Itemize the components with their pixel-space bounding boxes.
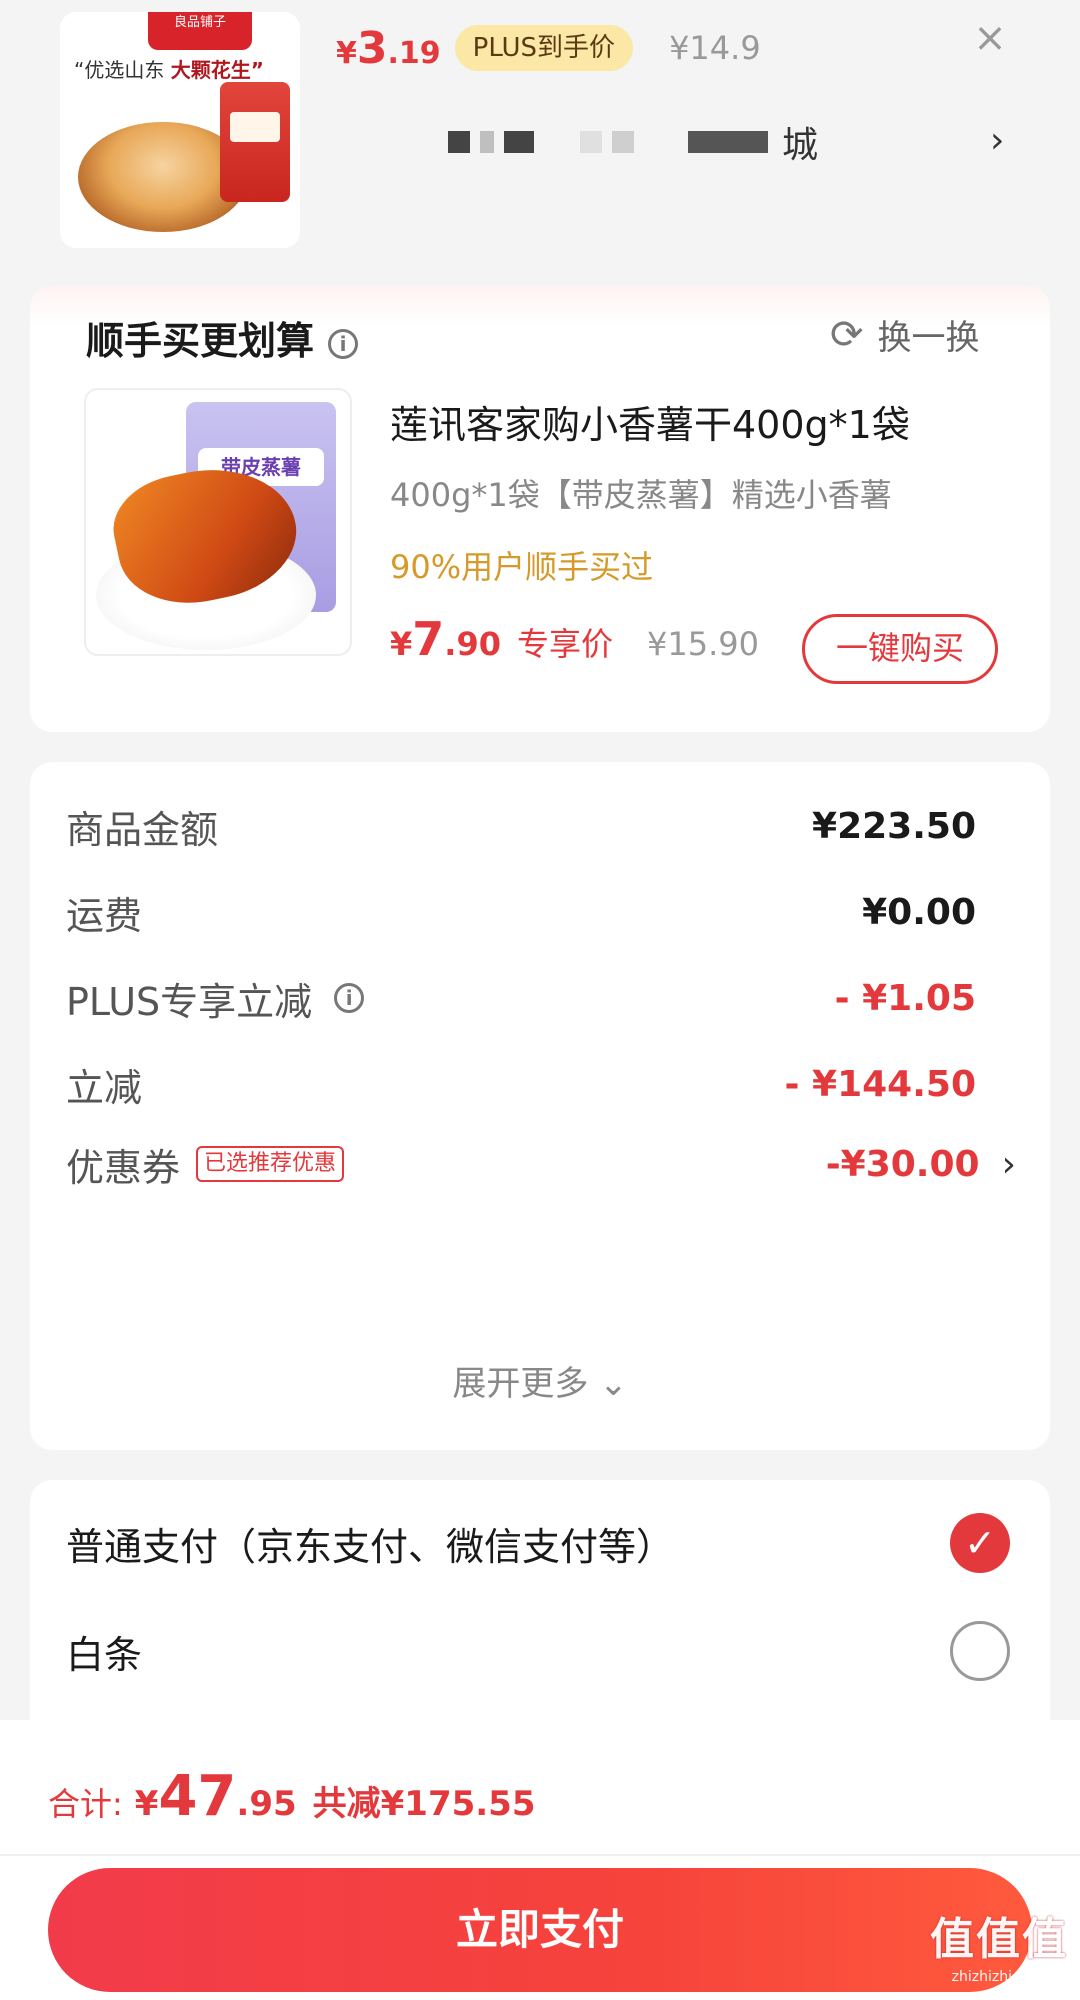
refresh-icon: ⟳ [830,311,864,358]
slogan-bold: 大颗花生” [170,58,264,82]
brand-tag: 良品铺子 [148,12,252,50]
amount-row-subtotal: 商品金额 ¥223.50 [66,796,1016,856]
divider [0,1854,1080,1856]
amount-label-text: PLUS专享立减 [66,979,313,1024]
redacted-block [580,131,602,153]
payment-option-label: 白条 [66,1632,143,1677]
peanut-bag-image [220,82,290,202]
checked-radio-icon[interactable]: ✓ [950,1513,1010,1573]
top-price: ¥3.19 [336,23,441,74]
recommend-sales-text: 90%用户顺手买过 [390,548,654,586]
chevron-right-icon[interactable]: › [990,120,1004,161]
amount-label: 商品金额 [66,807,219,852]
redacted-block [504,131,534,153]
watermark-sub: zhizhizhi.com [951,1969,1047,1985]
amount-value: - ¥144.50 [784,1063,976,1105]
amount-value: - ¥1.05 [834,977,976,1019]
exclusive-price-label: 专享价 [516,625,613,663]
payment-option-standard[interactable]: 普通支付（京东支付、微信支付等） ✓ [66,1508,1016,1578]
price-symbol: ¥ [336,35,357,71]
total-label: 合计: [48,1785,123,1823]
price-int: 7 [412,612,445,666]
shop-name-row[interactable]: 城 [448,112,818,172]
recommend-title-text: 顺手买更划算 [86,319,315,363]
unchecked-radio-icon[interactable] [950,1621,1010,1681]
recommend-product-spec: 400g*1袋【带皮蒸薯】精选小香薯 [390,476,892,514]
top-product-strip: 良品铺子 “优选山东 大颗花生” ¥3.19 PLUS到手价 ¥14.9 × 城 [0,0,1080,270]
amount-value: ¥0.00 [862,891,976,933]
amount-value: -¥30.00 [825,1143,980,1185]
total-row: 合计: ¥ 47 .95 共减¥175.55 [48,1764,536,1829]
info-icon[interactable]: i [328,328,359,359]
recommend-price-row: ¥7.90 专享价 ¥15.90 [390,612,759,666]
recommend-card: 顺手买更划算 i ⟳ 换一换 带皮蒸薯 莲讯客家购小香薯干400g*1袋 400g… [30,286,1050,732]
top-price-row: ¥3.19 PLUS到手价 ¥14.9 [336,18,761,78]
top-product-image[interactable]: 良品铺子 “优选山东 大颗花生” [60,12,300,248]
total-symbol: ¥ [134,1784,159,1824]
total-saved: 共减¥175.55 [312,1784,536,1824]
amount-label: 运费 [66,893,143,938]
amount-row-coupon[interactable]: 优惠券 已选推荐优惠 -¥30.00 › [66,1134,1016,1194]
refresh-label: 换一换 [877,318,980,358]
close-icon[interactable]: × [970,18,1010,58]
coupon-value-group: -¥30.00 › [826,1144,1016,1185]
recommend-price: ¥7.90 [390,612,501,666]
info-icon[interactable]: i [334,983,365,1013]
recommend-product-image[interactable]: 带皮蒸薯 [84,388,352,656]
price-dec: .90 [444,625,501,663]
payment-option-baitiao[interactable]: 白条 [66,1616,1016,1686]
recommend-title: 顺手买更划算 i [86,310,359,365]
amount-row-instant-discount: 立减 - ¥144.50 [66,1054,1016,1114]
bottom-pay-bar: 合计: ¥ 47 .95 共减¥175.55 立即支付 [0,1720,1080,2000]
amount-row-shipping: 运费 ¥0.00 [66,882,1016,942]
price-symbol: ¥ [390,625,413,663]
amount-row-plus-discount: PLUS专享立减 i - ¥1.05 [66,968,1016,1028]
one-click-buy-button[interactable]: 一键购买 [802,614,998,684]
amount-summary-card: 商品金额 ¥223.50 运费 ¥0.00 PLUS专享立减 i - ¥1.05… [30,762,1050,1450]
amount-label: 立减 [66,1065,143,1110]
chevron-right-icon[interactable]: › [1002,1144,1016,1185]
top-original-price: ¥14.9 [669,29,761,67]
product-slogan: “优选山东 大颗花生” [74,54,264,83]
total-dec: .95 [236,1784,297,1824]
amount-label: 优惠券 已选推荐优惠 [66,1137,345,1192]
redacted-block [688,131,768,153]
plus-price-tag: PLUS到手价 [454,25,634,71]
refresh-button[interactable]: ⟳ 换一换 [830,310,980,359]
amount-label-text: 优惠券 [66,1145,181,1190]
price-int: 3 [356,22,388,74]
amount-label: PLUS专享立减 i [66,971,365,1026]
shop-name-suffix: 城 [782,125,819,166]
payment-method-card: 普通支付（京东支付、微信支付等） ✓ 白条 [30,1480,1050,1720]
coupon-badge: 已选推荐优惠 [196,1146,345,1182]
slogan-prefix: “优选山东 [74,58,171,82]
recommend-product-name[interactable]: 莲讯客家购小香薯干400g*1袋 [390,394,910,449]
total-int: 47 [158,1764,237,1829]
redacted-block [612,131,634,153]
redacted-block [448,131,470,153]
checkout-page: 良品铺子 “优选山东 大颗花生” ¥3.19 PLUS到手价 ¥14.9 × 城 [0,0,1080,2000]
amount-value: ¥223.50 [812,805,976,847]
watermark-main: 值值值 [930,1914,1068,1965]
payment-option-label: 普通支付（京东支付、微信支付等） [66,1524,675,1569]
site-watermark: 值值值 zhizhizhi.com [924,1912,1074,1996]
recommend-original-price: ¥15.90 [646,625,759,663]
redacted-block [480,131,494,153]
price-dec: .19 [387,35,441,71]
expand-more-button[interactable]: 展开更多 ⌄ [30,1356,1050,1405]
pay-now-button[interactable]: 立即支付 [48,1868,1032,1992]
